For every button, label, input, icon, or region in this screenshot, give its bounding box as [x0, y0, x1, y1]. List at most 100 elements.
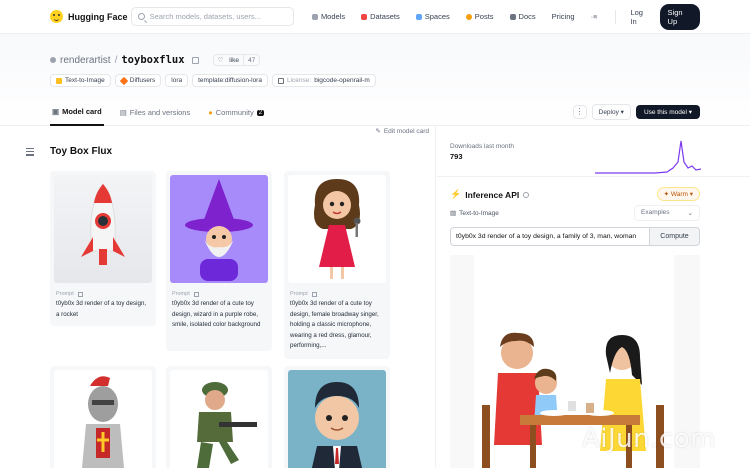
signup-button[interactable]: Sign Up — [659, 3, 700, 30]
singer-image[interactable] — [288, 175, 386, 283]
nav-docs[interactable]: Docs — [509, 12, 536, 21]
hugging-face-icon — [50, 10, 63, 23]
nav-models-label: Models — [320, 12, 346, 21]
tag-lora[interactable]: lora — [165, 74, 189, 87]
nav-posts-label: Posts — [474, 12, 494, 21]
wizard-illustration — [185, 178, 253, 281]
nav-posts[interactable]: Posts — [465, 12, 494, 21]
prompt-text: t0yb0x 3d render of a cute toy design, f… — [290, 300, 379, 349]
businessman-image[interactable] — [288, 370, 386, 468]
search-placeholder: Search models, datasets, users... — [149, 12, 261, 21]
toc-menu-icon[interactable] — [26, 148, 34, 158]
gallery-card[interactable] — [284, 366, 390, 468]
search-icon — [137, 13, 145, 20]
login-link[interactable]: Log In — [630, 8, 649, 26]
nav-spaces-label: Spaces — [424, 12, 450, 21]
license-value: bigcode-openrail-m — [314, 77, 370, 84]
gallery-card[interactable] — [166, 366, 272, 468]
nav-docs-label: Docs — [518, 12, 536, 21]
nav-models[interactable]: Models — [311, 12, 346, 21]
singer-illustration — [314, 179, 361, 279]
search-input[interactable]: Search models, datasets, users... — [130, 7, 294, 26]
like-label: like — [229, 56, 239, 64]
like-count: 47 — [242, 55, 259, 65]
tab-model-card[interactable]: ▣ Model card — [50, 104, 104, 126]
nav-spaces[interactable]: Spaces — [415, 12, 450, 21]
tag-label: lora — [171, 77, 183, 84]
prompt-label: Prompt — [172, 291, 268, 297]
license-icon — [277, 77, 284, 84]
prompt-text: t0yb0x 3d render of a cute toy design, w… — [172, 300, 261, 328]
compute-button[interactable]: Compute — [649, 227, 700, 246]
tag-list: Text-to-Image Diffusers lora template:di… — [50, 74, 376, 87]
downloads-value: 793 — [450, 152, 463, 161]
nav-datasets-label: Datasets — [370, 12, 400, 21]
deploy-button[interactable]: Deploy ▾ — [591, 104, 631, 120]
wizard-image[interactable] — [170, 175, 268, 283]
tab-community[interactable]: ● Community 2 — [206, 104, 266, 126]
panel-divider — [437, 176, 750, 177]
path-separator: / — [114, 54, 118, 66]
files-icon: ▤ — [119, 108, 127, 117]
prompt-text: t0yb0x 3d render of a toy design, a rock… — [56, 300, 147, 318]
tag-template[interactable]: template:diffusion-lora — [192, 74, 268, 87]
posts-icon — [465, 13, 472, 20]
warm-status-badge[interactable]: ✦ Warm ▾ — [656, 187, 700, 201]
edit-label: Edit model card — [383, 127, 429, 135]
pencil-icon: ✎ — [375, 128, 381, 135]
gallery-card[interactable]: Prompt t0yb0x 3d render of a cute toy de… — [166, 171, 272, 351]
tab-label: Files and versions — [129, 108, 191, 117]
examples-label: Examples — [641, 209, 670, 216]
community-count-badge: 2 — [256, 109, 265, 116]
gallery-card[interactable]: Prompt t0yb0x 3d render of a cute toy de… — [284, 171, 390, 359]
diffusers-icon — [119, 76, 128, 85]
nav-pricing-label: Pricing — [551, 12, 575, 21]
lightning-icon: ⚡ — [450, 189, 462, 199]
prompt-label: Prompt — [56, 291, 152, 297]
like-button[interactable]: ♡ like 47 — [212, 54, 261, 66]
inference-title-text: Inference API — [465, 189, 520, 200]
repo-title-row: renderartist / toyboxflux ♡ like 47 — [50, 54, 261, 66]
tag-label: Text-to-Image — [65, 77, 105, 84]
edit-model-card-link[interactable]: ✎ Edit model card — [375, 127, 429, 136]
info-icon[interactable] — [523, 191, 530, 198]
use-this-model-button[interactable]: Use this model ▾ — [635, 105, 700, 119]
text-to-image-icon — [56, 77, 62, 84]
soldier-image[interactable] — [170, 370, 268, 468]
brand-name: Hugging Face — [68, 11, 128, 22]
copy-icon[interactable] — [191, 56, 199, 64]
brand-logo[interactable]: Hugging Face — [50, 10, 131, 23]
tag-license[interactable]: License: bigcode-openrail-m — [271, 74, 376, 87]
org-avatar-icon — [50, 57, 56, 63]
rocket-image[interactable] — [54, 175, 152, 283]
prompt-label-text: Prompt — [290, 291, 308, 297]
copy-icon[interactable] — [193, 291, 199, 297]
datasets-icon — [361, 13, 368, 20]
repo-header: renderartist / toyboxflux ♡ like 47 Text… — [0, 34, 750, 126]
tab-files[interactable]: ▤ Files and versions — [118, 104, 193, 126]
copy-icon[interactable] — [77, 291, 83, 297]
knight-image[interactable] — [54, 370, 152, 468]
repo-org[interactable]: renderartist — [60, 55, 111, 66]
inference-prompt-input[interactable] — [450, 227, 649, 246]
nav-links: Models Datasets Spaces Posts Docs Pricin… — [311, 9, 617, 24]
tab-label: Community — [215, 108, 254, 117]
tag-text-to-image[interactable]: Text-to-Image — [50, 74, 111, 87]
docs-icon — [509, 13, 516, 20]
nav-pricing[interactable]: Pricing — [552, 12, 575, 21]
more-menu-icon[interactable]: ·≡ — [591, 12, 598, 21]
nav-datasets[interactable]: Datasets — [361, 12, 400, 21]
repo-name[interactable]: toyboxflux — [121, 54, 184, 66]
copy-icon[interactable] — [311, 291, 317, 297]
examples-dropdown[interactable]: Examples ⌄ — [634, 205, 700, 221]
gallery-card[interactable]: Prompt t0yb0x 3d render of a toy design,… — [50, 171, 156, 326]
more-options-icon[interactable]: ⋮ — [572, 105, 587, 119]
text-to-image-icon: ▨ — [450, 210, 457, 217]
inference-input-row: Compute — [450, 227, 700, 246]
gallery-card[interactable] — [50, 366, 156, 468]
tag-diffusers[interactable]: Diffusers — [114, 74, 162, 87]
sidebar-panel: Downloads last month 793 ⚡ Inference API … — [437, 126, 750, 468]
downloads-label: Downloads last month — [450, 143, 514, 150]
knight-illustration — [82, 376, 124, 468]
prompt-label: Prompt — [290, 291, 386, 297]
